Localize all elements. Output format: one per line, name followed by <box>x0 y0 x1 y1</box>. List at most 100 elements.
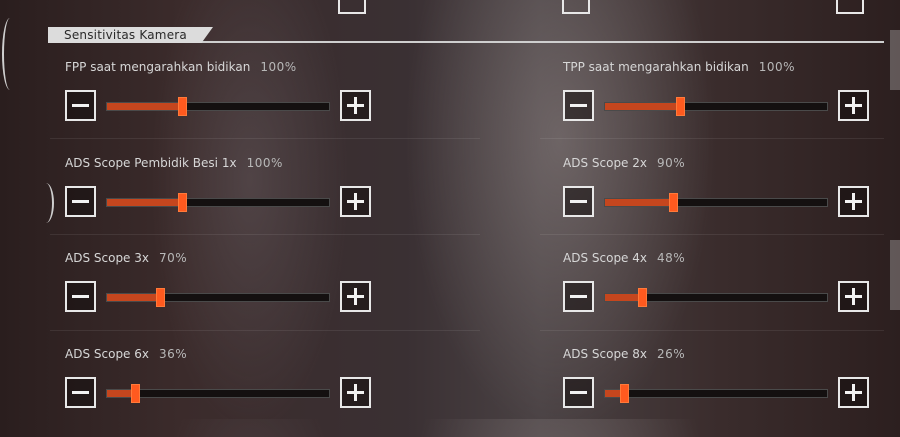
slider-thumb[interactable] <box>620 384 629 403</box>
row-divider <box>540 138 884 139</box>
sensitivity-slider[interactable] <box>106 384 330 403</box>
setting-name: ADS Scope Pembidik Besi 1x <box>65 156 237 170</box>
setting-value: 36% <box>159 347 188 361</box>
increase-button[interactable] <box>340 90 371 121</box>
setting-label: ADS Scope 3x 70% <box>65 251 187 265</box>
plus-icon-vertical <box>354 288 357 305</box>
section-header: Sensitivitas Kamera <box>48 27 213 43</box>
slider-thumb[interactable] <box>676 97 685 116</box>
increase-button[interactable] <box>340 281 371 312</box>
setting-label: FPP saat mengarahkan bidikan 100% <box>65 60 297 74</box>
plus-icon-vertical <box>852 288 855 305</box>
minus-icon <box>72 200 89 203</box>
setting-value: 100% <box>260 60 297 74</box>
plus-icon-vertical <box>354 97 357 114</box>
minus-icon <box>72 295 89 298</box>
setting-label: ADS Scope 4x 48% <box>563 251 685 265</box>
decrease-button[interactable] <box>65 90 96 121</box>
increase-button[interactable] <box>838 90 869 121</box>
sensitivity-slider[interactable] <box>604 193 828 212</box>
setting-label: ADS Scope 6x 36% <box>65 347 187 361</box>
plus-icon-vertical <box>852 193 855 210</box>
slider-thumb[interactable] <box>131 384 140 403</box>
decrease-button[interactable] <box>563 377 594 408</box>
sensitivity-slider[interactable] <box>106 288 330 307</box>
increase-button[interactable] <box>340 377 371 408</box>
setting-name: ADS Scope 8x <box>563 347 647 361</box>
sensitivity-setting: ADS Scope 8x 26% <box>563 347 873 437</box>
scrollbar-track[interactable] <box>890 30 900 90</box>
setting-value: 48% <box>657 251 686 265</box>
minus-icon <box>570 391 587 394</box>
setting-name: FPP saat mengarahkan bidikan <box>65 60 251 74</box>
slider-thumb[interactable] <box>669 193 678 212</box>
slider-fill <box>107 294 161 301</box>
sensitivity-slider[interactable] <box>604 288 828 307</box>
previous-section-controls <box>0 0 900 18</box>
sensitivity-setting: ADS Scope 4x 48% <box>563 251 873 341</box>
setting-label: ADS Scope 2x 90% <box>563 156 685 170</box>
sensitivity-setting: FPP saat mengarahkan bidikan 100% <box>65 60 375 150</box>
sensitivity-setting: ADS Scope 3x 70% <box>65 251 375 341</box>
decrease-button[interactable] <box>563 90 594 121</box>
slider-thumb[interactable] <box>638 288 647 307</box>
slider-thumb[interactable] <box>178 193 187 212</box>
sensitivity-setting: ADS Scope Pembidik Besi 1x 100% <box>65 156 375 246</box>
setting-label: TPP saat mengarahkan bidikan 100% <box>563 60 795 74</box>
setting-label: ADS Scope 8x 26% <box>563 347 685 361</box>
plus-icon-vertical <box>852 384 855 401</box>
setting-name: TPP saat mengarahkan bidikan <box>563 60 749 74</box>
decrease-button[interactable] <box>563 186 594 217</box>
plus-icon-vertical <box>354 193 357 210</box>
plus-button-partial[interactable] <box>836 0 864 14</box>
setting-value: 100% <box>758 60 796 74</box>
slider-fill <box>605 103 681 110</box>
minus-icon <box>570 295 587 298</box>
plus-button-partial[interactable] <box>338 0 366 14</box>
increase-button[interactable] <box>340 186 371 217</box>
sensitivity-slider[interactable] <box>106 193 330 212</box>
row-divider <box>540 330 884 331</box>
minus-icon <box>72 104 89 107</box>
sensitivity-slider[interactable] <box>604 97 828 116</box>
slider-fill <box>107 103 183 110</box>
slider-fill <box>107 199 183 206</box>
setting-name: ADS Scope 2x <box>563 156 647 170</box>
increase-button[interactable] <box>838 186 869 217</box>
row-divider <box>50 138 480 139</box>
sensitivity-slider[interactable] <box>106 97 330 116</box>
setting-value: 100% <box>246 156 283 170</box>
setting-name: ADS Scope 6x <box>65 347 149 361</box>
decrease-button[interactable] <box>563 281 594 312</box>
increase-button[interactable] <box>838 281 869 312</box>
row-divider <box>540 234 884 235</box>
setting-value: 70% <box>159 251 188 265</box>
sensitivity-setting: ADS Scope 2x 90% <box>563 156 873 246</box>
sensitivity-slider[interactable] <box>604 384 828 403</box>
slider-thumb[interactable] <box>178 97 187 116</box>
plus-icon-vertical <box>354 384 357 401</box>
section-title: Sensitivitas Kamera <box>64 28 187 42</box>
row-divider <box>50 234 480 235</box>
sensitivity-setting: ADS Scope 6x 36% <box>65 347 375 437</box>
setting-value: 90% <box>657 156 686 170</box>
minus-button-partial[interactable] <box>562 0 590 14</box>
increase-button[interactable] <box>838 377 869 408</box>
scrollbar-track[interactable] <box>890 240 900 310</box>
minus-icon <box>72 391 89 394</box>
minus-icon <box>570 104 587 107</box>
row-divider <box>50 330 480 331</box>
slider-thumb[interactable] <box>156 288 165 307</box>
decrease-button[interactable] <box>65 186 96 217</box>
setting-value: 26% <box>657 347 686 361</box>
sensitivity-setting: TPP saat mengarahkan bidikan 100% <box>563 60 873 150</box>
decrease-button[interactable] <box>65 281 96 312</box>
scroll-bracket-decoration <box>2 18 18 90</box>
setting-name: ADS Scope 4x <box>563 251 647 265</box>
minus-icon <box>570 200 587 203</box>
setting-name: ADS Scope 3x <box>65 251 149 265</box>
decrease-button[interactable] <box>65 377 96 408</box>
plus-icon-vertical <box>852 97 855 114</box>
setting-label: ADS Scope Pembidik Besi 1x 100% <box>65 156 283 170</box>
slider-fill <box>605 199 674 206</box>
